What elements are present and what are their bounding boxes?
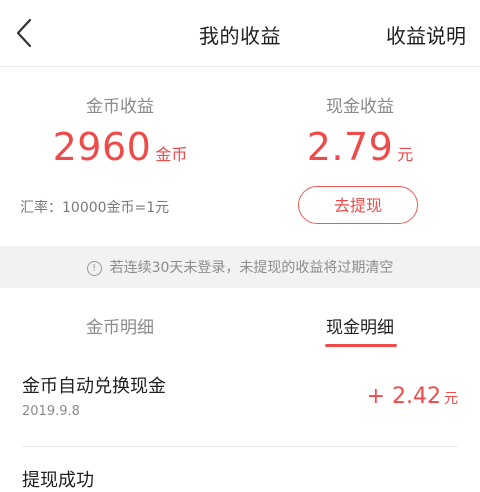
notice-bar: ! 若连续30天未登录，未提现的收益将过期清空 [0, 246, 480, 288]
cash-unit: 元 [397, 145, 414, 164]
withdraw-button[interactable]: 去提现 [298, 186, 418, 224]
cash-earnings-label: 现金收益 [326, 97, 394, 117]
notice-text: 若连续30天未登录，未提现的收益将过期清空 [109, 260, 394, 276]
cash-earnings-value: 2.79 [306, 125, 394, 169]
coin-unit: 金币 [155, 145, 188, 164]
tab-coin-details[interactable]: 金币明细 [0, 313, 240, 338]
record-date: 2019.9.8 [22, 404, 80, 419]
exchange-rate-text: 汇率：10000金币=1元 [20, 200, 170, 216]
earnings-explanation-link[interactable]: 收益说明 [386, 20, 466, 49]
list-divider [22, 446, 458, 447]
record-amount-value: + 2.42 [366, 384, 441, 409]
coin-earnings-label: 金币收益 [86, 97, 154, 117]
header: 我的收益 收益说明 [0, 0, 480, 66]
cash-earnings-panel: 现金收益 2.79 元 [240, 92, 480, 169]
record-title: 金币自动兑换现金 [22, 376, 166, 397]
coin-earnings-value: 2960 [52, 125, 152, 169]
info-icon: ! [86, 261, 102, 276]
record-amount-unit: 元 [444, 391, 458, 407]
active-tab-indicator [325, 344, 397, 347]
tab-cash-details[interactable]: 现金明细 [240, 313, 480, 338]
record-title: 提现成功 [22, 470, 94, 491]
coin-earnings-panel: 金币收益 2960 金币 [0, 92, 240, 169]
record-amount: + 2.42 元 [367, 384, 458, 409]
header-divider [0, 66, 480, 67]
